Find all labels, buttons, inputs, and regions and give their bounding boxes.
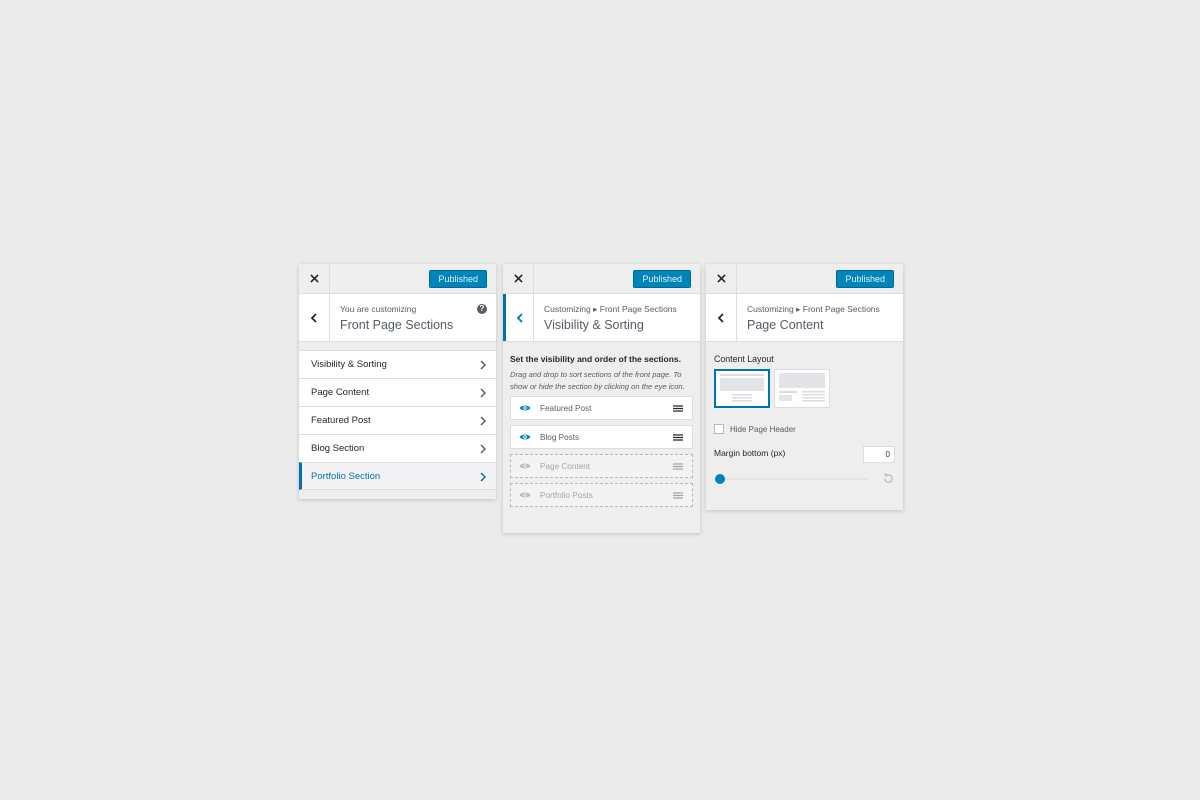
- nav-item-label: Visibility & Sorting: [311, 359, 387, 370]
- customizer-panel-visibility-sorting: Published Customizing ▸ Front Page Secti…: [503, 264, 700, 533]
- chevron-left-icon: [717, 312, 724, 323]
- slider-thumb[interactable]: [715, 474, 725, 484]
- nav-item-label: Portfolio Section: [311, 471, 381, 482]
- sortable-item-label: Featured Post: [540, 404, 592, 413]
- chevron-left-icon: [310, 312, 317, 323]
- hide-page-header-checkbox[interactable]: [714, 424, 724, 434]
- sortable-item-label: Blog Posts: [540, 433, 580, 442]
- chevron-right-icon: [480, 388, 486, 398]
- layout-option-full-width[interactable]: [714, 369, 770, 408]
- nav-item-page-content[interactable]: Page Content: [299, 378, 496, 406]
- customizer-topbar: Published: [706, 264, 903, 294]
- control-description: Drag and drop to sort sections of the fr…: [510, 370, 685, 391]
- section-title: Page Content: [747, 318, 824, 332]
- help-icon[interactable]: ?: [477, 304, 487, 314]
- section-header: Customizing ▸ Front Page Sections Visibi…: [503, 294, 700, 342]
- eye-icon[interactable]: [519, 491, 531, 499]
- close-button[interactable]: [299, 264, 330, 293]
- sortable-item-blog-posts[interactable]: Blog Posts: [510, 425, 693, 449]
- publish-button[interactable]: Published: [836, 270, 894, 288]
- breadcrumb: Customizing ▸ Front Page Sections: [747, 304, 880, 314]
- margin-bottom-row: Margin bottom (px) 0: [714, 446, 895, 464]
- nav-item-label: Page Content: [311, 387, 370, 398]
- section-title: Front Page Sections: [340, 318, 454, 332]
- back-button[interactable]: [706, 294, 737, 341]
- sortable-item-featured-post[interactable]: Featured Post: [510, 396, 693, 420]
- hide-page-header-row: Hide Page Header: [714, 424, 895, 434]
- publish-button[interactable]: Published: [633, 270, 691, 288]
- nav-item-visibility-sorting[interactable]: Visibility & Sorting: [299, 350, 496, 378]
- close-icon: [716, 274, 726, 283]
- section-header: You are customizing Front Page Sections …: [299, 294, 496, 342]
- content-layout-options: [714, 369, 895, 408]
- nav-item-label: Featured Post: [311, 415, 371, 426]
- chevron-left-icon: [516, 312, 523, 323]
- close-button[interactable]: [503, 264, 534, 293]
- nav-item-blog-section[interactable]: Blog Section: [299, 434, 496, 462]
- hide-page-header-label: Hide Page Header: [730, 424, 796, 434]
- section-title: Visibility & Sorting: [544, 318, 644, 332]
- sortable-item-portfolio-posts[interactable]: Portfolio Posts: [510, 483, 693, 507]
- close-button[interactable]: [706, 264, 737, 293]
- drag-handle-icon[interactable]: [673, 434, 683, 441]
- close-icon: [309, 274, 319, 283]
- nav-item-label: Blog Section: [311, 443, 365, 454]
- nav-item-featured-post[interactable]: Featured Post: [299, 406, 496, 434]
- sortable-item-label: Page Content: [540, 462, 591, 471]
- customizer-topbar: Published: [503, 264, 700, 294]
- publish-button[interactable]: Published: [429, 270, 487, 288]
- page-content-controls: Content Layout Hide Page Header Margin b…: [706, 342, 903, 488]
- sidebar-layout-icon: [779, 373, 825, 402]
- eye-icon[interactable]: [519, 462, 531, 470]
- breadcrumb: Customizing ▸ Front Page Sections: [544, 304, 677, 314]
- slider-track[interactable]: [718, 478, 867, 480]
- layout-option-sidebar[interactable]: [774, 369, 830, 408]
- chevron-right-icon: [480, 360, 486, 370]
- drag-handle-icon[interactable]: [673, 405, 683, 412]
- back-button[interactable]: [503, 294, 534, 341]
- margin-bottom-label: Margin bottom (px): [714, 448, 786, 458]
- breadcrumb: You are customizing: [340, 304, 417, 314]
- chevron-right-icon: [480, 444, 486, 454]
- drag-handle-icon[interactable]: [673, 492, 683, 499]
- customizer-panel-page-content: Published Customizing ▸ Front Page Secti…: [706, 264, 903, 510]
- customizer-topbar: Published: [299, 264, 496, 294]
- close-icon: [513, 274, 523, 283]
- reset-icon[interactable]: [883, 473, 894, 484]
- margin-bottom-slider: [714, 468, 895, 488]
- margin-bottom-input[interactable]: 0: [863, 446, 895, 463]
- sortable-sections-control: Set the visibility and order of the sect…: [503, 342, 700, 507]
- eye-icon[interactable]: [519, 404, 531, 412]
- drag-handle-icon[interactable]: [673, 463, 683, 470]
- chevron-right-icon: [480, 472, 486, 482]
- sortable-item-page-content[interactable]: Page Content: [510, 454, 693, 478]
- full-width-layout-icon: [720, 374, 764, 402]
- back-button[interactable]: [299, 294, 330, 341]
- sortable-item-label: Portfolio Posts: [540, 491, 593, 500]
- control-title: Set the visibility and order of the sect…: [510, 354, 681, 364]
- customizer-panel-front-page-sections: Published You are customizing Front Page…: [299, 264, 496, 499]
- eye-icon[interactable]: [519, 433, 531, 441]
- chevron-right-icon: [480, 416, 486, 426]
- content-layout-label: Content Layout: [714, 354, 774, 364]
- section-nav-list: Visibility & Sorting Page Content Featur…: [299, 350, 496, 490]
- nav-item-portfolio-section[interactable]: Portfolio Section: [299, 462, 496, 490]
- section-header: Customizing ▸ Front Page Sections Page C…: [706, 294, 903, 342]
